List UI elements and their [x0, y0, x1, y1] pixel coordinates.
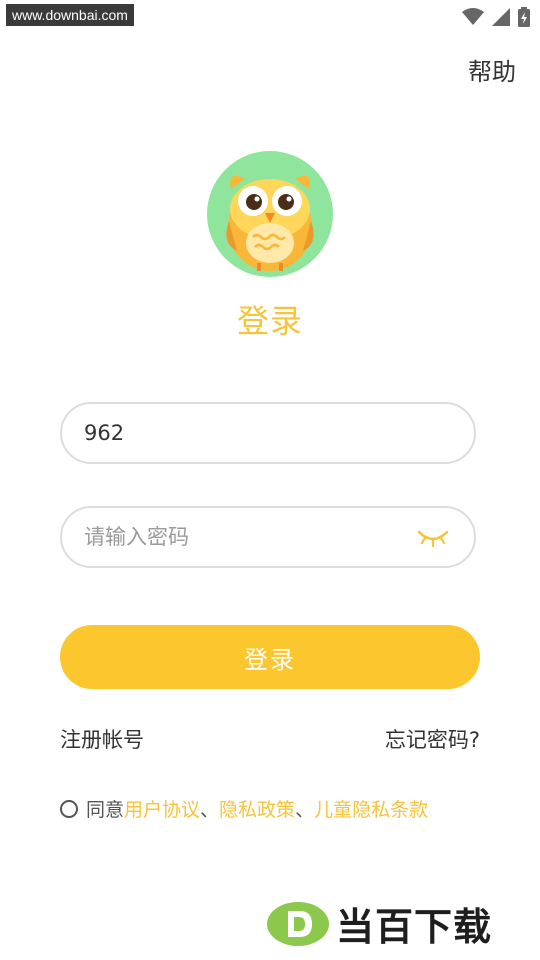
status-icons	[462, 7, 530, 27]
signal-icon	[492, 8, 510, 26]
separator: 、	[200, 799, 220, 821]
child-privacy-link[interactable]: 儿童隐私条款	[314, 795, 428, 822]
help-link[interactable]: 帮助	[468, 52, 516, 87]
separator: 、	[295, 799, 315, 821]
agreement-row: 同意 用户协议 、 隐私政策 、 儿童隐私条款	[60, 795, 428, 822]
brand-logo-icon	[267, 901, 329, 946]
phone-field[interactable]	[60, 402, 476, 464]
forgot-password-link[interactable]: 忘记密码?	[385, 724, 480, 754]
phone-input[interactable]	[84, 404, 404, 462]
agree-radio[interactable]	[60, 799, 78, 818]
register-link[interactable]: 注册帐号	[60, 724, 144, 754]
agree-prefix: 同意	[86, 799, 125, 821]
login-button[interactable]: 登录	[60, 625, 480, 689]
eye-closed-icon[interactable]	[416, 526, 450, 548]
owl-avatar-icon	[207, 151, 333, 277]
status-bar: www.downbai.com	[0, 0, 540, 32]
page-title: 登录	[236, 302, 303, 340]
privacy-policy-link[interactable]: 隐私政策	[219, 795, 295, 822]
wifi-icon	[462, 8, 484, 25]
user-agreement-link[interactable]: 用户协议	[124, 795, 200, 822]
battery-icon	[518, 7, 530, 27]
watermark-text: www.downbai.com	[6, 4, 134, 26]
password-input[interactable]	[84, 508, 404, 566]
brand-text: 当百下载	[336, 905, 493, 949]
brand-watermark: 当百下载	[266, 896, 492, 951]
password-field[interactable]	[60, 506, 476, 568]
